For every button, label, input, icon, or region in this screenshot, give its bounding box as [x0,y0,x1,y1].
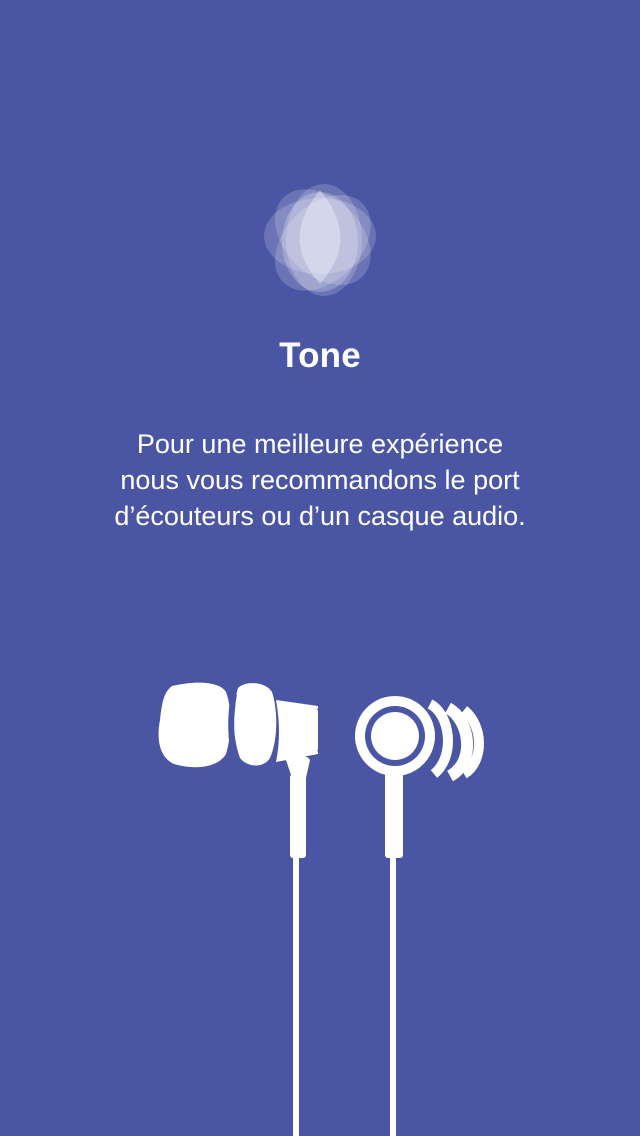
message-line: Pour une meilleure expérience [136,429,504,459]
headphones-recommendation-text: Pour une meilleure expérience nous vous … [60,426,580,534]
app-title: Tone [279,336,361,375]
earphones-icon [158,682,484,1136]
message-line: d’écouteurs ou d’un casque audio. [114,501,526,531]
onboarding-screen: Tone Pour une meilleure expérience nous … [0,0,640,1136]
message-line: nous vous recommandons le port [120,465,520,495]
tone-flower-logo-icon [264,184,376,296]
